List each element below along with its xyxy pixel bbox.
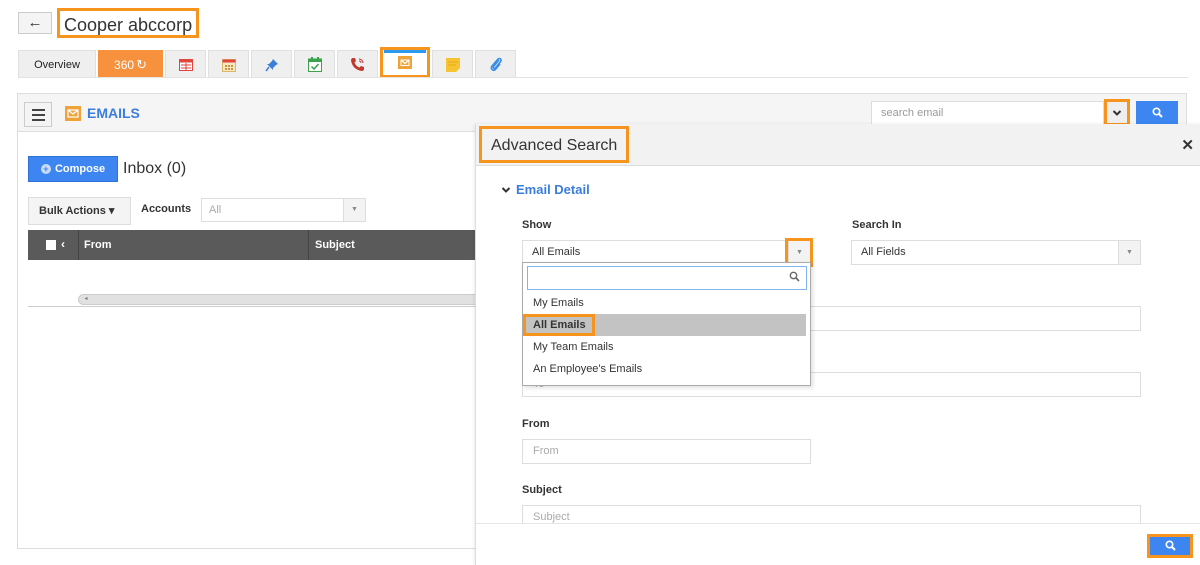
tab-tasks[interactable]	[294, 50, 335, 78]
phone-call-icon	[351, 58, 364, 71]
search-icon	[1164, 540, 1176, 551]
activity-table-icon	[178, 58, 193, 71]
sticky-note-icon	[445, 57, 460, 72]
tab-overview-label: Overview	[34, 58, 80, 71]
accounts-label: Accounts	[141, 203, 192, 215]
subject-input[interactable]: Subject	[522, 505, 1141, 524]
email-detail-section-toggle[interactable]: Email Detail	[501, 182, 590, 197]
accounts-value: All	[209, 204, 222, 216]
search-button[interactable]	[1136, 101, 1178, 125]
advanced-search-panel: Advanced Search ✕ Email Detail Show All …	[475, 124, 1200, 565]
accounts-select[interactable]: All ▼	[201, 198, 366, 222]
search-in-select[interactable]: All Fields ▼	[851, 240, 1141, 265]
advanced-search-button[interactable]	[1147, 534, 1193, 558]
compose-label: Compose	[54, 163, 106, 175]
advanced-search-footer-divider	[476, 523, 1200, 524]
from-input[interactable]: From	[522, 439, 811, 464]
compose-button[interactable]: + Compose	[28, 156, 118, 182]
horizontal-scrollbar[interactable]: ◂	[78, 294, 488, 305]
subject-label: Subject	[522, 484, 562, 496]
show-value: All Emails	[532, 246, 581, 258]
dropdown-option-my-team-emails[interactable]: My Team Emails	[524, 336, 806, 358]
inbox-label: Inbox (0)	[123, 160, 187, 177]
caret-down-icon: ▼	[1118, 241, 1140, 264]
plus-circle-icon: +	[40, 164, 51, 174]
calendar-icon	[221, 58, 236, 72]
search-icon	[1151, 107, 1163, 118]
show-label: Show	[522, 219, 552, 231]
email-table-header: ‹ From Subject	[28, 230, 488, 260]
refresh-icon: ↻	[136, 56, 147, 72]
caret-down-icon[interactable]: ▼	[785, 238, 813, 267]
bulk-actions-button[interactable]: Bulk Actions ▾	[28, 197, 131, 225]
advanced-search-title: Advanced Search	[479, 126, 630, 163]
pin-icon	[264, 58, 278, 71]
chevron-down-icon	[501, 187, 511, 193]
email-icon	[398, 56, 412, 69]
dropdown-option-label: All Emails	[523, 314, 595, 336]
tab-overview[interactable]: Overview	[18, 50, 96, 78]
from-label: From	[522, 418, 550, 430]
section-label: Email Detail	[516, 182, 590, 197]
record-tabs: Overview 360 ↻	[18, 47, 518, 78]
search-in-label: Search In	[852, 219, 902, 231]
dropdown-search-input[interactable]	[527, 266, 807, 290]
dropdown-option-all-emails[interactable]: All Emails	[523, 314, 806, 336]
advanced-search-toggle[interactable]	[1104, 99, 1130, 126]
tab-360-label: 360	[114, 57, 135, 72]
arrow-left-icon: ←	[27, 14, 43, 31]
search-in-value: All Fields	[861, 246, 906, 258]
chevron-down-icon	[1112, 110, 1122, 116]
tab-calendar[interactable]	[208, 50, 249, 78]
dropdown-option-my-emails[interactable]: My Emails	[524, 292, 806, 314]
tab-emails[interactable]	[380, 47, 430, 78]
search-email-input[interactable]: search email	[871, 101, 1104, 125]
close-icon[interactable]: ✕	[1181, 136, 1194, 154]
caret-down-icon: ▼	[343, 199, 365, 221]
tab-notes[interactable]	[432, 50, 473, 78]
contact-name: Cooper abccorp	[57, 8, 200, 38]
chevron-left-icon[interactable]: ‹	[61, 237, 65, 251]
tab-attachments[interactable]	[475, 50, 516, 78]
back-button[interactable]: ←	[18, 12, 52, 34]
paperclip-icon	[490, 57, 502, 71]
dropdown-option-employee-emails[interactable]: An Employee's Emails	[524, 358, 806, 380]
hamburger-icon	[31, 108, 45, 111]
show-dropdown-menu: My Emails All Emails My Team Emails An E…	[522, 262, 811, 386]
tabs-divider	[18, 77, 1188, 78]
column-header-subject[interactable]: Subject	[315, 239, 355, 251]
tab-activities[interactable]	[165, 50, 206, 78]
tab-calls[interactable]	[337, 50, 378, 78]
panel-title: EMAILS	[87, 105, 140, 121]
select-all-checkbox[interactable]	[46, 240, 56, 250]
tab-pin[interactable]	[251, 50, 292, 78]
tab-360[interactable]: 360 ↻	[98, 50, 163, 78]
email-icon	[65, 106, 81, 121]
column-header-from[interactable]: From	[84, 239, 112, 251]
search-icon	[789, 271, 800, 282]
task-check-icon	[307, 57, 322, 72]
menu-button[interactable]	[24, 102, 52, 127]
advanced-search-header: Advanced Search ✕	[476, 124, 1200, 166]
scroll-left-icon[interactable]: ◂	[80, 295, 92, 304]
